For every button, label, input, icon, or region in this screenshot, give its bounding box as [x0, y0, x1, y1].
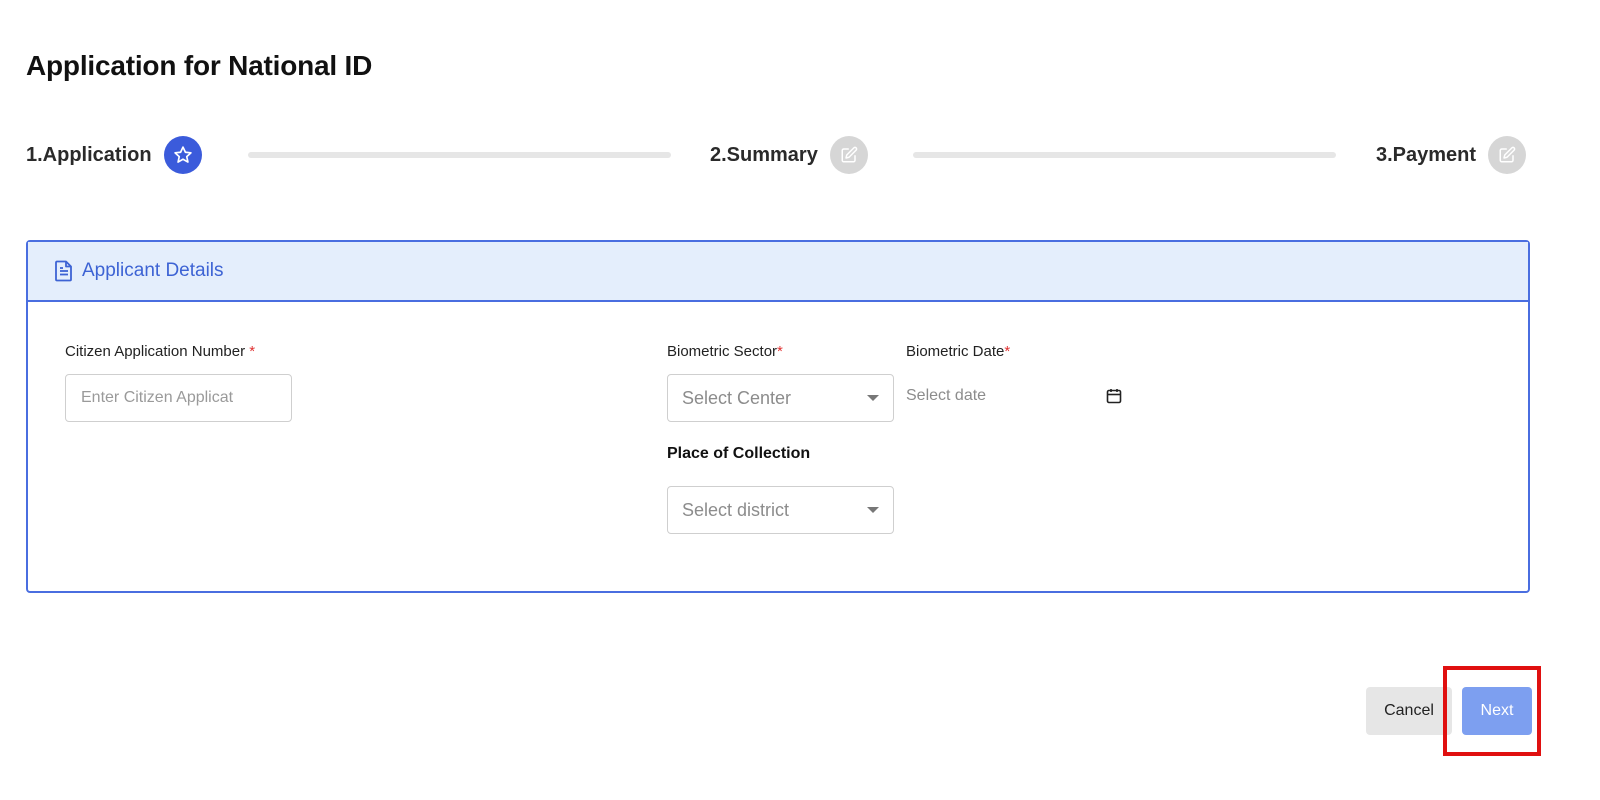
biometric-date-picker[interactable]: Select date	[906, 382, 1122, 410]
step-connector	[913, 152, 1336, 158]
caret-down-icon	[867, 507, 879, 513]
step-label: 2.Summary	[710, 143, 818, 166]
required-mark: *	[249, 343, 256, 360]
step-connector	[248, 152, 671, 158]
required-mark: *	[1004, 343, 1011, 360]
page: Application for National ID 1.Applicatio…	[0, 0, 1600, 800]
edit-icon	[829, 136, 868, 174]
calendar-icon[interactable]	[1106, 388, 1122, 404]
required-mark: *	[777, 343, 783, 360]
step-label: 3.Payment	[1376, 143, 1477, 166]
applicant-details-card: Applicant Details Citizen Application Nu…	[26, 240, 1530, 593]
document-icon	[54, 260, 74, 282]
citizen-application-number-input[interactable]	[65, 374, 292, 422]
edit-icon	[1488, 136, 1527, 174]
step-label: 1.Application	[26, 143, 152, 166]
card-header: Applicant Details	[28, 242, 1528, 302]
card-title: Applicant Details	[82, 260, 224, 281]
biometric-sector-select[interactable]: Select Center	[667, 374, 894, 422]
biometric-date-label: Biometric Date*	[906, 343, 1011, 360]
step-payment[interactable]: 3.Payment	[1376, 136, 1527, 174]
select-value: Select district	[682, 499, 790, 520]
date-placeholder: Select date	[906, 387, 987, 404]
cancel-button[interactable]: Cancel	[1366, 687, 1452, 735]
step-application[interactable]: 1.Application	[26, 136, 202, 174]
next-button[interactable]: Next	[1462, 687, 1532, 735]
place-of-collection-label: Place of Collection	[667, 445, 811, 462]
place-of-collection-select[interactable]: Select district	[667, 486, 894, 534]
citizen-application-number-label: Citizen Application Number *	[65, 343, 256, 360]
star-icon	[163, 136, 202, 174]
biometric-sector-label: Biometric Sector*	[667, 343, 783, 360]
select-value: Select Center	[682, 387, 792, 408]
caret-down-icon	[867, 395, 879, 401]
step-summary[interactable]: 2.Summary	[710, 136, 868, 174]
page-title: Application for National ID	[26, 50, 373, 81]
